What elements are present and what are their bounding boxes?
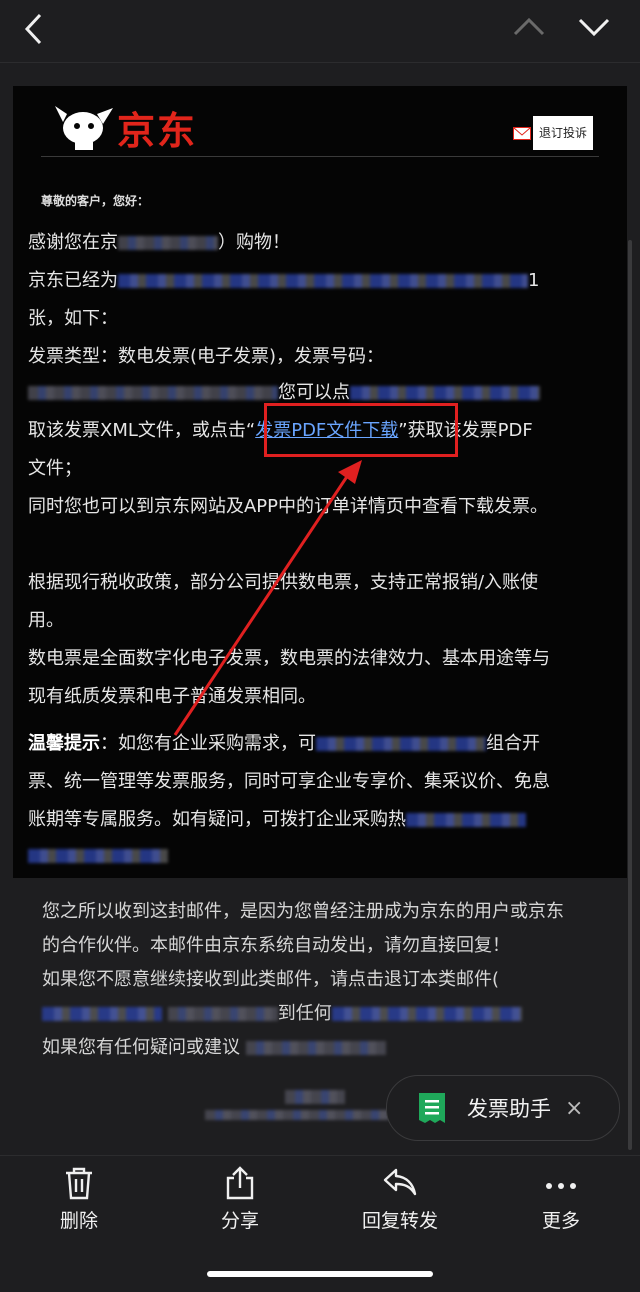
helper-label: 发票助手	[467, 1097, 551, 1121]
share-icon	[226, 1166, 254, 1200]
invoice-helper-pill[interactable]: 发票助手 ×	[386, 1075, 620, 1141]
trash-icon	[66, 1167, 92, 1200]
footer-line: 如果您不愿意继续接收到此类邮件，请点击退订本类邮件(	[42, 969, 500, 990]
home-indicator	[207, 1271, 433, 1277]
signature-blurred	[205, 1090, 405, 1120]
share-label: 分享	[220, 1210, 259, 1232]
delete-label: 删除	[59, 1210, 98, 1232]
more-label: 更多	[541, 1210, 580, 1232]
footer-line: 的合作伙伴。本邮件由京东系统自动发出，请勿直接回复！	[42, 935, 510, 956]
delete-button[interactable]: 删除	[24, 1166, 134, 1233]
reply-label: 回复转发	[361, 1210, 438, 1232]
footer-line: 如果您有任何疑问或建议	[42, 1035, 386, 1061]
close-icon[interactable]: ×	[565, 1096, 583, 1121]
footer-line: 您之所以收到这封邮件，是因为您曾经注册成为京东的用户或京东	[42, 901, 564, 922]
reply-forward-button[interactable]: 回复转发	[345, 1166, 455, 1233]
more-icon	[546, 1183, 576, 1189]
reply-icon	[383, 1168, 417, 1196]
share-button[interactable]: 分享	[185, 1166, 295, 1233]
scrollbar[interactable]	[628, 240, 632, 1150]
receipt-icon	[419, 1093, 445, 1123]
footer-line: 到任何	[42, 1001, 522, 1027]
more-button[interactable]: 更多	[506, 1166, 616, 1233]
